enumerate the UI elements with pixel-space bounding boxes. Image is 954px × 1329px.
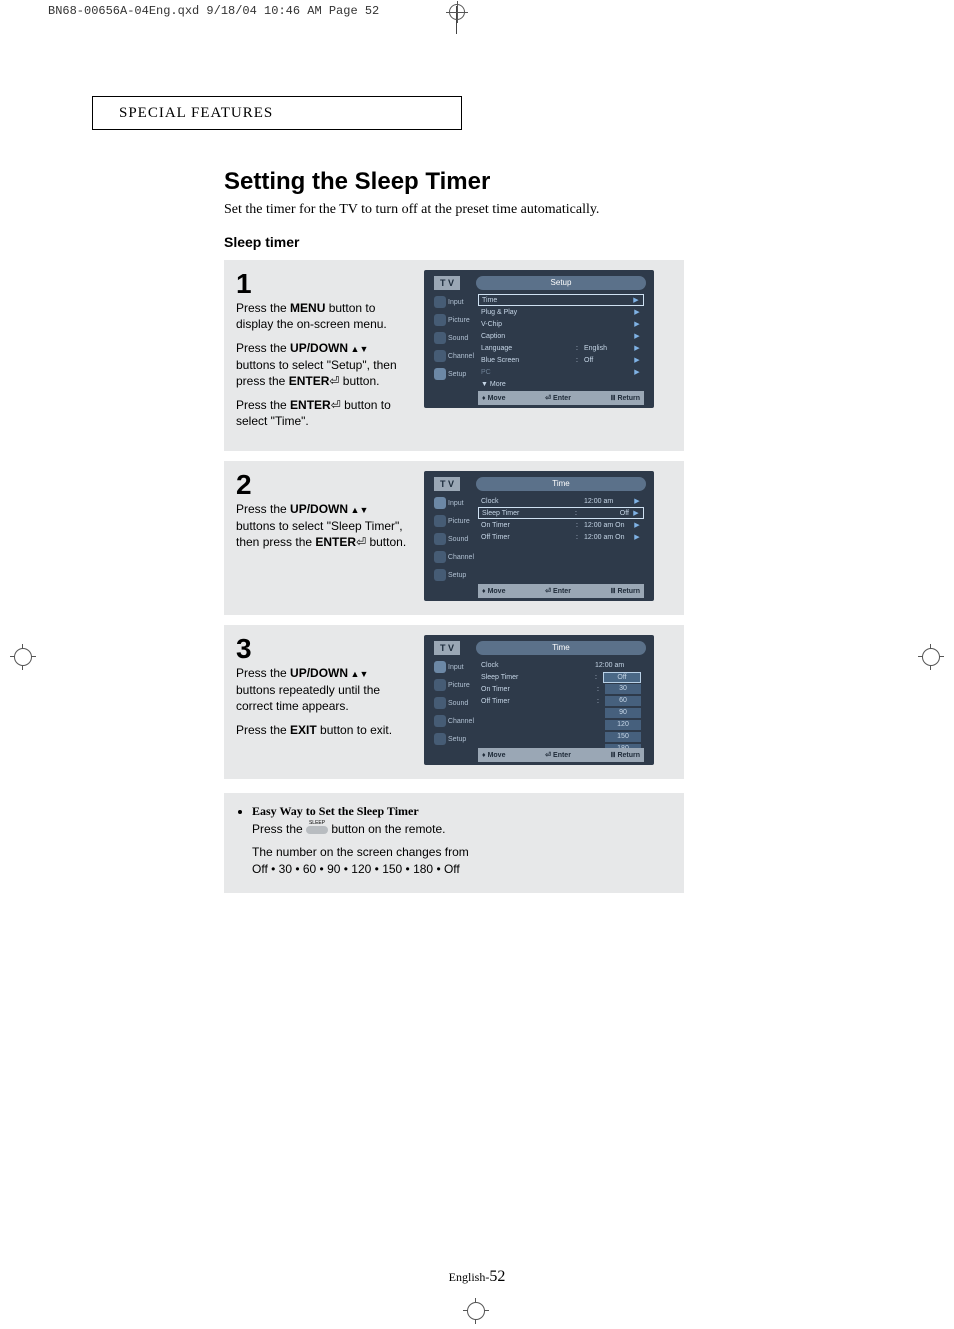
enter-icon: ⏎ — [545, 587, 551, 595]
tv-menu-body: Clock12:00 am▶ Sleep Timer:Off▶ On Timer… — [478, 495, 644, 583]
easy-way-line1a: Press the — [252, 822, 306, 836]
file-info-header: BN68-00656A-04Eng.qxd 9/18/04 10:46 AM P… — [40, 0, 387, 22]
easy-way-note: Easy Way to Set the Sleep Timer Press th… — [224, 793, 684, 893]
enter-icon: ⏎ — [331, 398, 341, 412]
page: SPECIAL FEATURES Setting the Sleep Timer… — [44, 34, 910, 1294]
step-2: 2 Press the UP/DOWN ▲▼ buttons to select… — [224, 461, 684, 615]
section-header-text: SPECIAL FEATURES — [119, 105, 273, 122]
intro-text: Set the timer for the TV to turn off at … — [224, 202, 684, 218]
chevron-right-icon: ▶ — [633, 308, 641, 316]
enter-icon: ⏎ — [356, 535, 366, 549]
easy-way-line3: Off • 30 • 60 • 90 • 120 • 150 • 180 • O… — [252, 862, 460, 876]
step-2-number: 2 — [236, 471, 408, 499]
step-3-number: 3 — [236, 635, 408, 663]
step-1: 1 Press the MENU button to display the o… — [224, 260, 684, 451]
enter-icon: ⏎ — [545, 751, 551, 759]
chevron-right-icon: ▶ — [633, 320, 641, 328]
tv-menu-title: Time — [476, 641, 646, 655]
content-column: Setting the Sleep Timer Set the timer fo… — [224, 168, 684, 893]
tv-sidebar: Input Picture Sound Channel Setup — [434, 659, 474, 747]
up-down-arrows-icon: ▲▼ — [348, 505, 368, 515]
return-icon: Ⅲ — [611, 394, 616, 402]
enter-icon: ⏎ — [545, 394, 551, 402]
return-icon: Ⅲ — [611, 751, 616, 759]
enter-icon: ⏎ — [329, 374, 339, 388]
tv-tab: T V — [434, 641, 460, 655]
chevron-right-icon: ▶ — [633, 521, 641, 529]
chevron-right-icon: ▶ — [633, 356, 641, 364]
registration-mark-bottom-icon — [463, 1298, 489, 1324]
tv-nav-hints: ♦ Move ⏎ Enter Ⅲ Return — [478, 584, 644, 598]
page-number-lang: English- — [449, 1270, 490, 1284]
tv-nav-hints: ♦ Move ⏎ Enter Ⅲ Return — [478, 748, 644, 762]
registration-mark-right-icon — [918, 644, 944, 670]
screenshot-setup-menu: T V Setup Input Picture Sound Channel Se… — [424, 270, 654, 408]
screenshot-sleep-options: T V Time Input Picture Sound Channel Set… — [424, 635, 654, 765]
chevron-right-icon: ▶ — [632, 509, 640, 517]
more-indicator: ▼ More — [478, 378, 644, 390]
tv-menu-title: Setup — [476, 276, 646, 290]
tv-menu-body: Time▶ Plug & Play▶ V-Chip▶ Caption▶ Lang… — [478, 294, 644, 390]
move-icon: ♦ — [482, 588, 486, 595]
chevron-right-icon: ▶ — [633, 344, 641, 352]
step-1-number: 1 — [236, 270, 408, 298]
chevron-right-icon: ▶ — [633, 533, 641, 541]
step-1-text: 1 Press the MENU button to display the o… — [236, 270, 408, 437]
step-2-text: 2 Press the UP/DOWN ▲▼ buttons to select… — [236, 471, 408, 601]
tv-tab: T V — [434, 276, 460, 290]
easy-way-line1b: button on the remote. — [331, 822, 445, 836]
step-3: 3 Press the UP/DOWN ▲▼ buttons repeatedl… — [224, 625, 684, 779]
screenshot-time-menu: T V Time Input Picture Sound Channel Set… — [424, 471, 654, 601]
tv-menu-title: Time — [476, 477, 646, 491]
chevron-right-icon: ▶ — [632, 296, 640, 304]
page-number: English-52 — [44, 1268, 910, 1286]
easy-way-heading: Easy Way to Set the Sleep Timer — [252, 804, 419, 818]
page-number-value: 52 — [489, 1268, 505, 1285]
tv-sidebar: Input Picture Sound Channel Setup — [434, 495, 474, 583]
registration-mark-top-icon — [449, 4, 465, 20]
move-icon: ♦ — [482, 752, 486, 759]
page-title: Setting the Sleep Timer — [224, 168, 684, 196]
tv-tab: T V — [434, 477, 460, 491]
section-header: SPECIAL FEATURES — [92, 96, 462, 130]
return-icon: Ⅲ — [611, 587, 616, 595]
chevron-right-icon: ▶ — [633, 332, 641, 340]
tv-menu-body: Clock12:00 am Sleep Timer:Off On Timer:3… — [478, 659, 644, 747]
tv-sidebar: Input Picture Sound Channel Setup — [434, 294, 474, 390]
up-down-arrows-icon: ▲▼ — [348, 669, 368, 679]
step-3-text: 3 Press the UP/DOWN ▲▼ buttons repeatedl… — [236, 635, 408, 765]
subhead: Sleep timer — [224, 234, 684, 250]
tv-nav-hints: ♦ Move ⏎ Enter Ⅲ Return — [478, 391, 644, 405]
chevron-right-icon: ▶ — [633, 497, 641, 505]
easy-way-line2: The number on the screen changes from — [252, 845, 469, 859]
move-icon: ♦ — [482, 395, 486, 402]
sleep-remote-button-icon: SLEEP — [306, 826, 328, 834]
registration-mark-left-icon — [10, 644, 36, 670]
up-down-arrows-icon: ▲▼ — [348, 344, 368, 354]
